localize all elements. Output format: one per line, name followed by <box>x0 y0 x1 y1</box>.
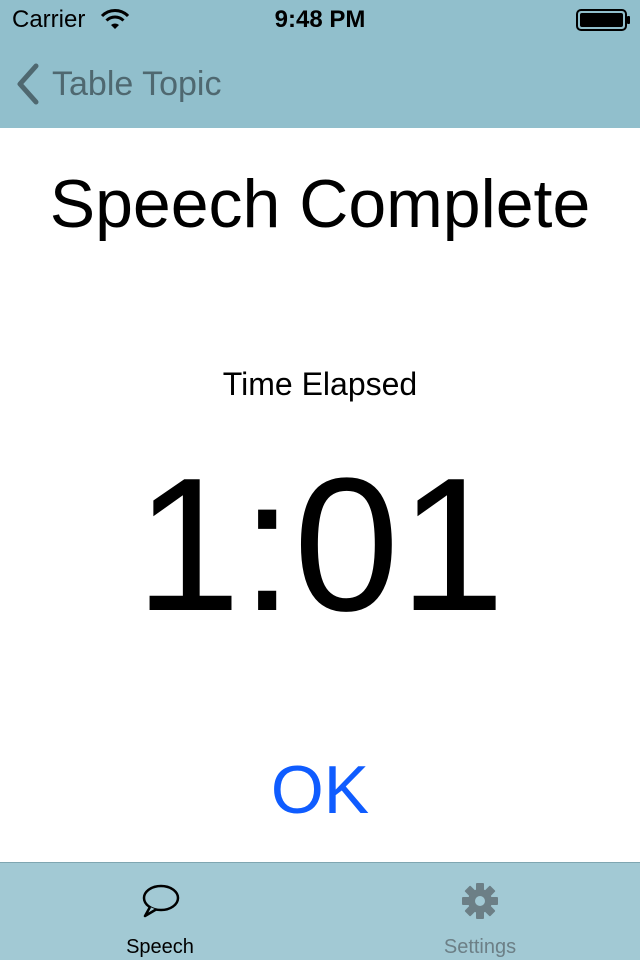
time-elapsed-label: Time Elapsed <box>222 366 418 402</box>
tab-bar: Speech Settings <box>0 862 640 960</box>
time-elapsed-value: 1:01 <box>135 439 505 651</box>
status-bar: Carrier 9:48 PM <box>0 0 640 40</box>
status-time: 9:48 PM <box>274 6 366 33</box>
battery-icon <box>576 9 630 31</box>
chevron-left-icon <box>17 63 39 105</box>
back-button-label: Table Topic <box>52 65 222 103</box>
app-screen: Carrier 9:48 PM Table Topic Speech Compl… <box>0 0 640 960</box>
ok-button[interactable]: OK <box>220 748 420 832</box>
tab-speech[interactable]: Speech <box>0 863 320 960</box>
top-bar: Carrier 9:48 PM Table Topic <box>0 0 640 128</box>
tab-settings-label: Settings <box>443 936 517 958</box>
gear-icon <box>462 883 498 919</box>
page-title: Speech Complete <box>49 166 591 242</box>
speech-bubble-icon <box>142 884 180 918</box>
navigation-bar: Table Topic <box>0 40 640 128</box>
back-button[interactable]: Table Topic <box>12 60 222 108</box>
tab-speech-label: Speech <box>126 936 194 958</box>
tab-settings[interactable]: Settings <box>320 863 640 960</box>
